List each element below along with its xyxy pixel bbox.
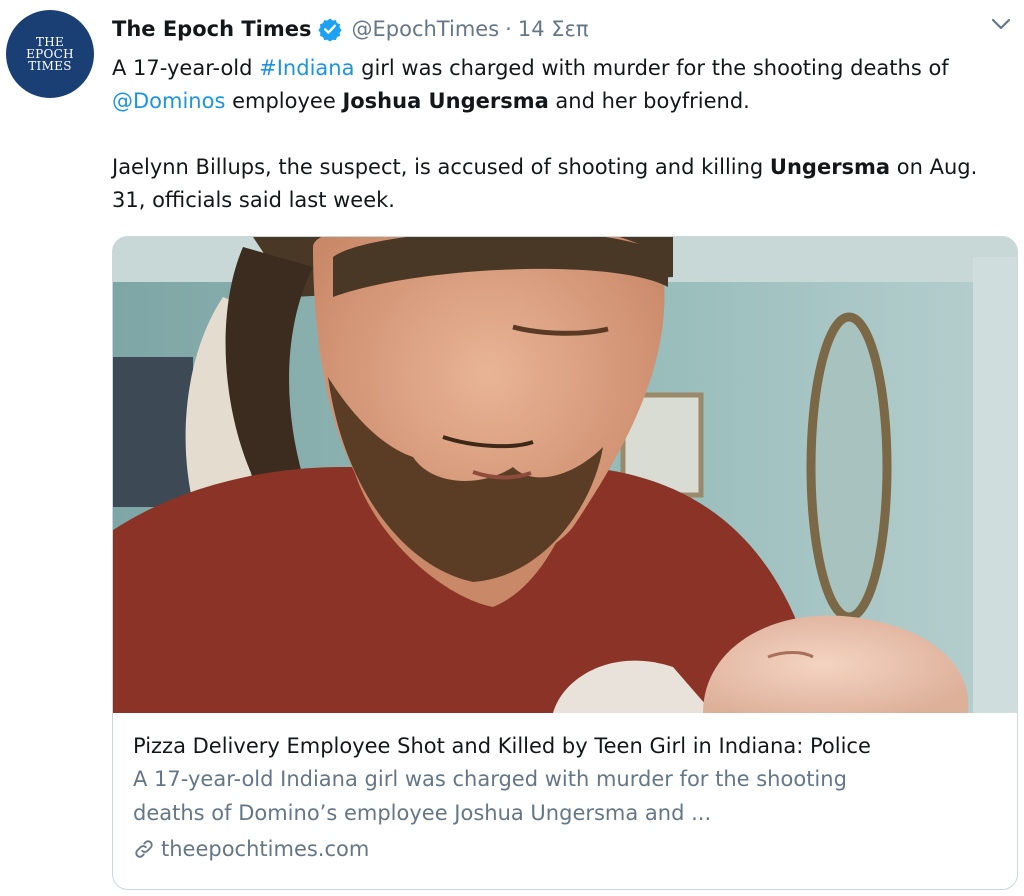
text-segment: girl was charged with murder for the sho…	[354, 56, 949, 80]
avatar[interactable]: THE EPOCH TIMES	[6, 10, 94, 98]
handle[interactable]: @EpochTimes	[352, 17, 500, 41]
bold-name: Ungersma	[769, 155, 891, 179]
card-description-line: deaths of Domino’s employee Joshua Unger…	[133, 801, 712, 825]
tweet-paragraph: A 17-year-old #Indiana girl was charged …	[112, 52, 1017, 118]
tweet-text: A 17-year-old #Indiana girl was charged …	[112, 52, 1017, 217]
link-card[interactable]: Pizza Delivery Employee Shot and Killed …	[112, 236, 1018, 890]
card-domain-text: theepochtimes.com	[161, 837, 370, 861]
display-name[interactable]: The Epoch Times	[112, 17, 312, 41]
card-body: Pizza Delivery Employee Shot and Killed …	[133, 730, 1003, 864]
mention-link[interactable]: @Dominos	[112, 89, 225, 113]
card-domain[interactable]: theepochtimes.com	[133, 834, 1003, 864]
text-segment: Jaelynn Billups, the suspect, is accused…	[112, 155, 770, 179]
text-segment: employee	[225, 89, 343, 113]
tweet-header: The Epoch Times @EpochTimes · 14 Σεπ	[112, 14, 589, 44]
card-description-line: A 17-year-old Indiana girl was charged w…	[133, 767, 847, 791]
tweet-paragraph: Jaelynn Billups, the suspect, is accused…	[112, 151, 1017, 217]
card-description: A 17-year-old Indiana girl was charged w…	[133, 762, 1003, 830]
text-segment: A 17-year-old	[112, 56, 260, 80]
tweet[interactable]: THE EPOCH TIMES The Epoch Times @EpochTi…	[0, 0, 1024, 896]
tweet-date[interactable]: 14 Σεπ	[518, 17, 589, 41]
card-photo	[113, 237, 1017, 713]
card-title[interactable]: Pizza Delivery Employee Shot and Killed …	[133, 730, 1003, 762]
text-segment: and her boyfriend.	[548, 89, 750, 113]
chevron-down-icon[interactable]	[988, 14, 1014, 34]
link-icon	[135, 840, 153, 858]
separator-dot: ·	[505, 17, 512, 41]
avatar-logo-line: TIMES	[28, 59, 72, 73]
verified-badge-icon	[317, 18, 342, 41]
bold-name: Joshua Ungersma	[342, 89, 549, 113]
hashtag-link[interactable]: #Indiana	[259, 56, 354, 80]
